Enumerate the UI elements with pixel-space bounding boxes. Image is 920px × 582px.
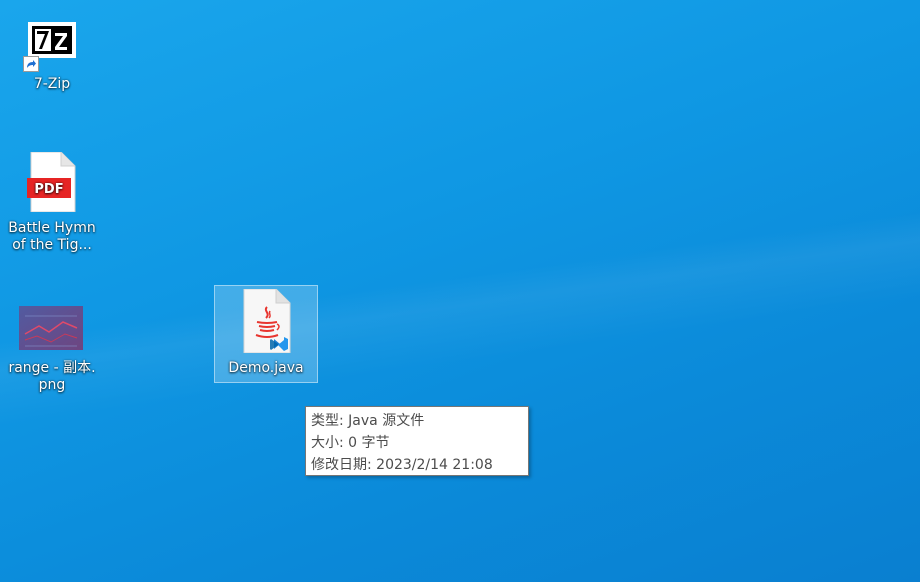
svg-text:PDF: PDF bbox=[34, 182, 63, 197]
png-thumbnail-icon bbox=[19, 304, 83, 352]
desktop-icon-label: Battle Hymn bbox=[8, 220, 96, 236]
tooltip-type: 类型: Java 源文件 bbox=[311, 413, 425, 429]
pdf-file-icon: PDF bbox=[27, 151, 77, 213]
tooltip-modified: 修改日期: 2023/2/14 21:08 bbox=[311, 457, 493, 473]
file-info-tooltip: 类型: Java 源文件 大小: 0 字节 修改日期: 2023/2/14 21… bbox=[305, 406, 529, 476]
tooltip-size: 大小: 0 字节 bbox=[311, 435, 390, 451]
desktop-icon-label: 7-Zip bbox=[33, 76, 71, 92]
desktop-icon-label-line2: of the Tig... bbox=[12, 237, 92, 253]
desktop-icon-7zip[interactable]: 7-Zip bbox=[12, 18, 92, 93]
7zip-app-icon bbox=[21, 18, 83, 72]
desktop-icon-label-line2: png bbox=[38, 377, 66, 393]
desktop-icon-label: Demo.java bbox=[228, 360, 304, 376]
java-file-icon bbox=[240, 288, 292, 354]
desktop-icon-battle-hymn-pdf[interactable]: PDF Battle Hymn of the Tig... bbox=[0, 151, 104, 254]
desktop-icon-label: range - 副本. bbox=[8, 360, 96, 376]
desktop-icon-demo-java[interactable]: Demo.java bbox=[214, 285, 318, 383]
shortcut-arrow-icon bbox=[23, 56, 39, 72]
desktop-icon-range-png[interactable]: range - 副本. png bbox=[0, 304, 104, 394]
wallpaper-light-beam bbox=[0, 0, 920, 582]
